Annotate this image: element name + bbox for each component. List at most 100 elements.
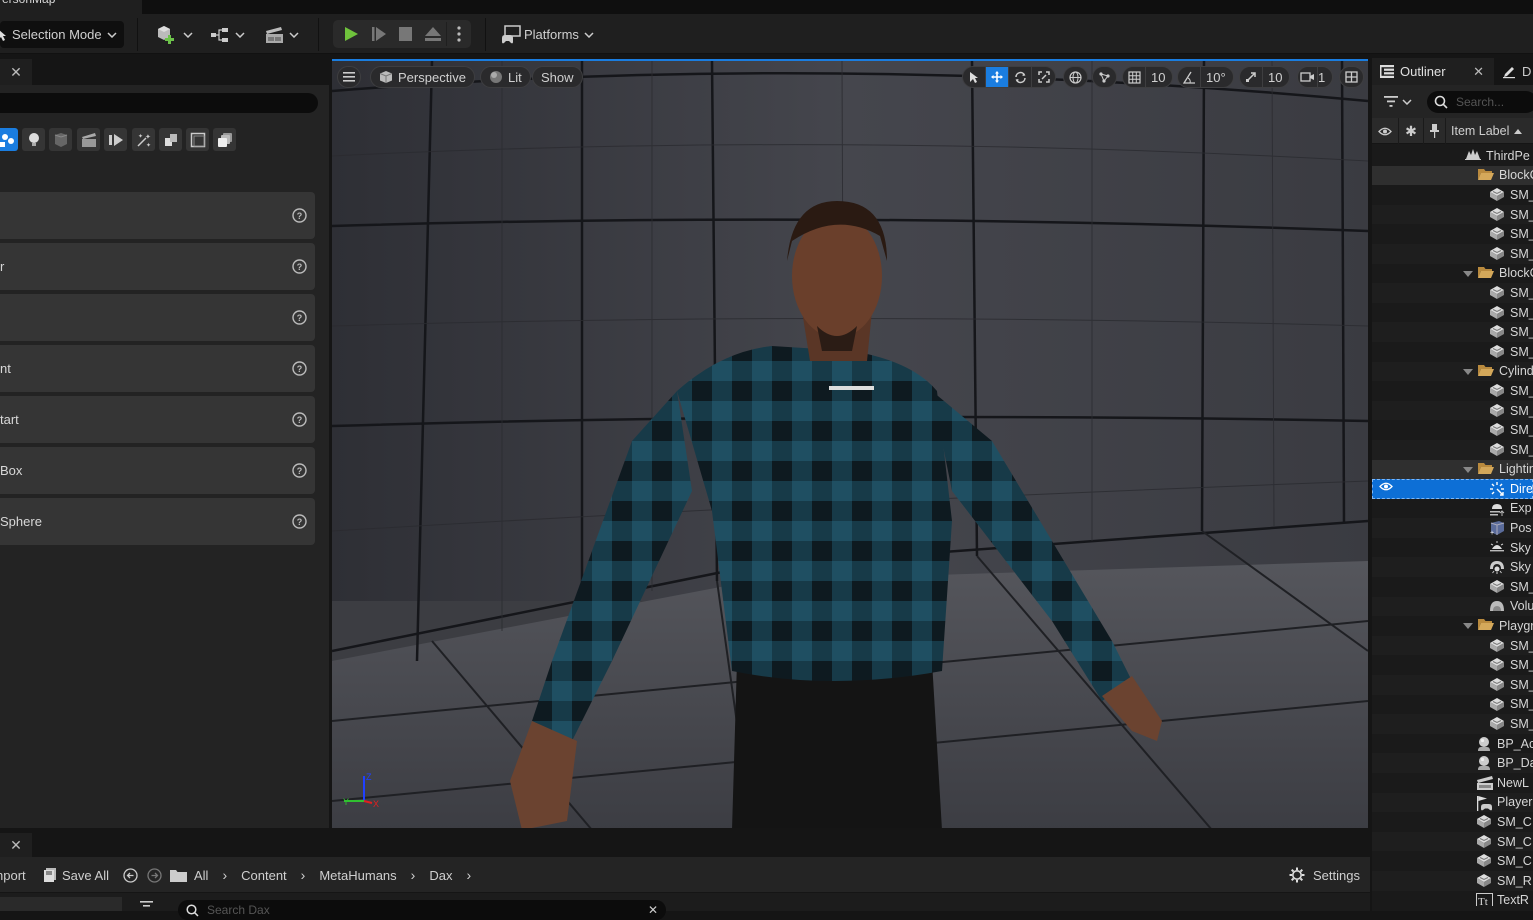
scale-snap-value[interactable]: 10 [1263, 67, 1289, 87]
outliner-actor-row[interactable]: SM_ [1372, 381, 1533, 401]
star-column[interactable]: ✱ [1399, 118, 1424, 144]
outliner-actor-row[interactable]: Sky [1372, 557, 1533, 578]
place-actor-item[interactable]: tart ? [0, 396, 315, 443]
save-all-button[interactable]: Save All [44, 857, 109, 893]
outliner-actor-row[interactable]: Tt TextR [1372, 891, 1533, 906]
content-filter-button[interactable] [140, 901, 153, 911]
selection-mode-dropdown[interactable]: Selection Mode [0, 21, 124, 48]
outliner-actor-row[interactable]: SM_ [1372, 577, 1533, 597]
chevron-right-icon[interactable]: › [411, 867, 416, 883]
expand-triangle-icon[interactable] [1463, 368, 1473, 375]
visibility-column[interactable] [1372, 118, 1399, 144]
breadcrumb-all[interactable]: All [194, 868, 208, 883]
outliner-actor-row[interactable]: SM_C [1372, 851, 1533, 871]
help-icon[interactable]: ? [292, 361, 307, 376]
forward-button[interactable] [147, 857, 162, 893]
outliner-actor-row[interactable]: + Pos [1372, 518, 1533, 538]
grid-snap-toggle[interactable] [1123, 67, 1146, 87]
outliner-actor-row[interactable]: Exp [1372, 499, 1533, 519]
chevron-right-icon[interactable]: › [301, 867, 306, 883]
place-actor-item[interactable]: Box ? [0, 447, 315, 494]
outliner-actor-row[interactable]: SM_ [1372, 204, 1533, 225]
outliner-actor-row[interactable]: SM_ [1372, 400, 1533, 421]
outliner-actor-row[interactable]: SM_C [1372, 831, 1533, 852]
outliner-search-input[interactable]: Search... [1427, 91, 1533, 113]
chevron-right-icon[interactable]: › [466, 867, 471, 883]
breadcrumb-dax[interactable]: Dax [429, 868, 452, 883]
scale-snap-toggle[interactable] [1240, 67, 1263, 87]
outliner-actor-row[interactable]: SM_ [1372, 635, 1533, 656]
expand-triangle-icon[interactable] [1463, 270, 1473, 277]
outliner-folder-row[interactable]: Playgr [1372, 616, 1533, 636]
outliner-folder-row[interactable]: BlockC [1372, 264, 1533, 284]
help-icon[interactable]: ? [292, 310, 307, 325]
expand-triangle-icon[interactable] [1463, 466, 1473, 473]
outliner-actor-row[interactable]: BP_Da [1372, 753, 1533, 773]
camera-speed-control[interactable]: 1 [1297, 66, 1334, 88]
chevron-right-icon[interactable]: › [222, 867, 227, 883]
outliner-actor-row[interactable]: SM_ [1372, 439, 1533, 460]
outliner-tab[interactable]: Outliner ✕ [1372, 58, 1494, 85]
grid-snap-value[interactable]: 10 [1146, 67, 1172, 87]
rotation-snap-toggle[interactable] [1178, 67, 1201, 87]
show-dropdown[interactable]: Show [532, 66, 583, 88]
outliner-actor-row[interactable]: SM_ [1372, 303, 1533, 323]
category-lights[interactable] [22, 128, 45, 151]
category-shapes[interactable] [49, 128, 72, 151]
viewport-layout-button[interactable] [1339, 66, 1364, 88]
outliner-actor-row[interactable]: SM_ [1372, 714, 1533, 734]
outliner-actor-row[interactable]: SM_ [1372, 224, 1533, 244]
camera-speed-value[interactable]: 1 [1318, 67, 1332, 87]
outliner-actor-row[interactable]: SM_ [1372, 342, 1533, 362]
scale-snap-control[interactable]: 10 [1239, 66, 1291, 88]
play-icon[interactable] [343, 26, 359, 42]
outliner-actor-row[interactable]: BP_Ac [1372, 734, 1533, 754]
clear-search-icon[interactable]: ✕ [648, 903, 658, 917]
rotate-tool[interactable] [1009, 67, 1032, 87]
outliner-actor-row[interactable]: Player [1372, 792, 1533, 813]
pin-column[interactable] [1424, 118, 1446, 144]
breadcrumb-metahumans[interactable]: MetaHumans [319, 868, 396, 883]
category-volumes[interactable]: ✦ ✦ ✦ [132, 128, 155, 151]
platforms-dropdown[interactable]: Platforms [500, 21, 594, 48]
close-icon[interactable]: ✕ [10, 64, 22, 81]
place-actor-item[interactable]: ? [0, 294, 315, 341]
select-tool[interactable] [963, 67, 986, 87]
outliner-actor-row[interactable]: SM_C [1372, 812, 1533, 832]
outliner-actor-row[interactable]: SM_R [1372, 870, 1533, 891]
back-button[interactable] [123, 857, 138, 893]
perspective-dropdown[interactable]: Perspective [370, 66, 475, 88]
place-actor-item[interactable]: r ? [0, 243, 315, 290]
surface-snapping-toggle[interactable] [1092, 66, 1117, 88]
world-local-toggle[interactable] [1063, 66, 1088, 88]
category-recent[interactable] [213, 128, 236, 151]
close-icon[interactable]: ✕ [1473, 64, 1484, 80]
stop-icon[interactable] [398, 26, 413, 42]
outliner-folder-row[interactable]: Cylind [1372, 361, 1533, 382]
outliner-tree[interactable]: ThirdPe BlockC SM_ SM_ SM_ SM_ BlockC SM_ SM_ SM_… [1372, 146, 1533, 906]
content-browser-tab-close[interactable]: ✕ [0, 833, 32, 857]
place-actors-tab-close[interactable]: ✕ [0, 59, 32, 85]
outliner-actor-row[interactable]: SM_ [1372, 322, 1533, 342]
more-options-icon[interactable] [457, 26, 461, 42]
translate-tool[interactable] [986, 67, 1009, 87]
details-tab[interactable]: D [1496, 58, 1533, 85]
outliner-actor-row[interactable]: SM_ [1372, 283, 1533, 303]
outliner-actor-row[interactable]: SM_ [1372, 420, 1533, 440]
place-actor-item[interactable]: ? [0, 192, 315, 239]
help-icon[interactable]: ? [292, 463, 307, 478]
breadcrumb-content[interactable]: Content [241, 868, 287, 883]
import-button[interactable]: nport [0, 857, 26, 893]
outliner-actor-row[interactable]: SM_ [1372, 675, 1533, 695]
level-viewport[interactable]: Perspective Lit Show 10 10° 10 1 Z Y X [332, 59, 1368, 828]
view-mode-dropdown[interactable]: Lit [480, 66, 531, 88]
settings-button[interactable]: Settings [1289, 857, 1360, 893]
outliner-actor-row[interactable]: Dire [1372, 479, 1533, 499]
help-icon[interactable]: ? [292, 259, 307, 274]
outliner-actor-row[interactable]: SM_ [1372, 243, 1533, 264]
rotation-snap-control[interactable]: 10° [1177, 66, 1234, 88]
viewport-menu-button[interactable] [337, 66, 361, 88]
outliner-actor-row[interactable]: NewL [1372, 773, 1533, 793]
outliner-actor-row[interactable]: SM_ [1372, 695, 1533, 715]
folder-icon[interactable] [170, 857, 187, 893]
